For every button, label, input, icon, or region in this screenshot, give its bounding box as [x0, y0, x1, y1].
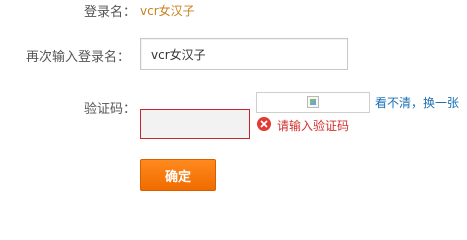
captcha-error-text: 请输入验证码	[277, 119, 350, 133]
broken-image-icon	[307, 96, 319, 108]
captcha-label: 验证码：	[84, 102, 137, 117]
refresh-captcha-link[interactable]: 看不清，换一张	[375, 94, 459, 111]
submit-button[interactable]: 确定	[140, 159, 216, 191]
login-name-value: vcr女汉子	[140, 4, 195, 18]
error-icon	[257, 117, 271, 131]
confirm-login-name-input[interactable]	[140, 38, 348, 70]
captcha-input[interactable]	[140, 109, 250, 139]
login-name-label: 登录名：	[84, 5, 137, 20]
confirm-login-name-label: 再次输入登录名：	[26, 50, 131, 65]
captcha-image[interactable]	[256, 92, 370, 113]
